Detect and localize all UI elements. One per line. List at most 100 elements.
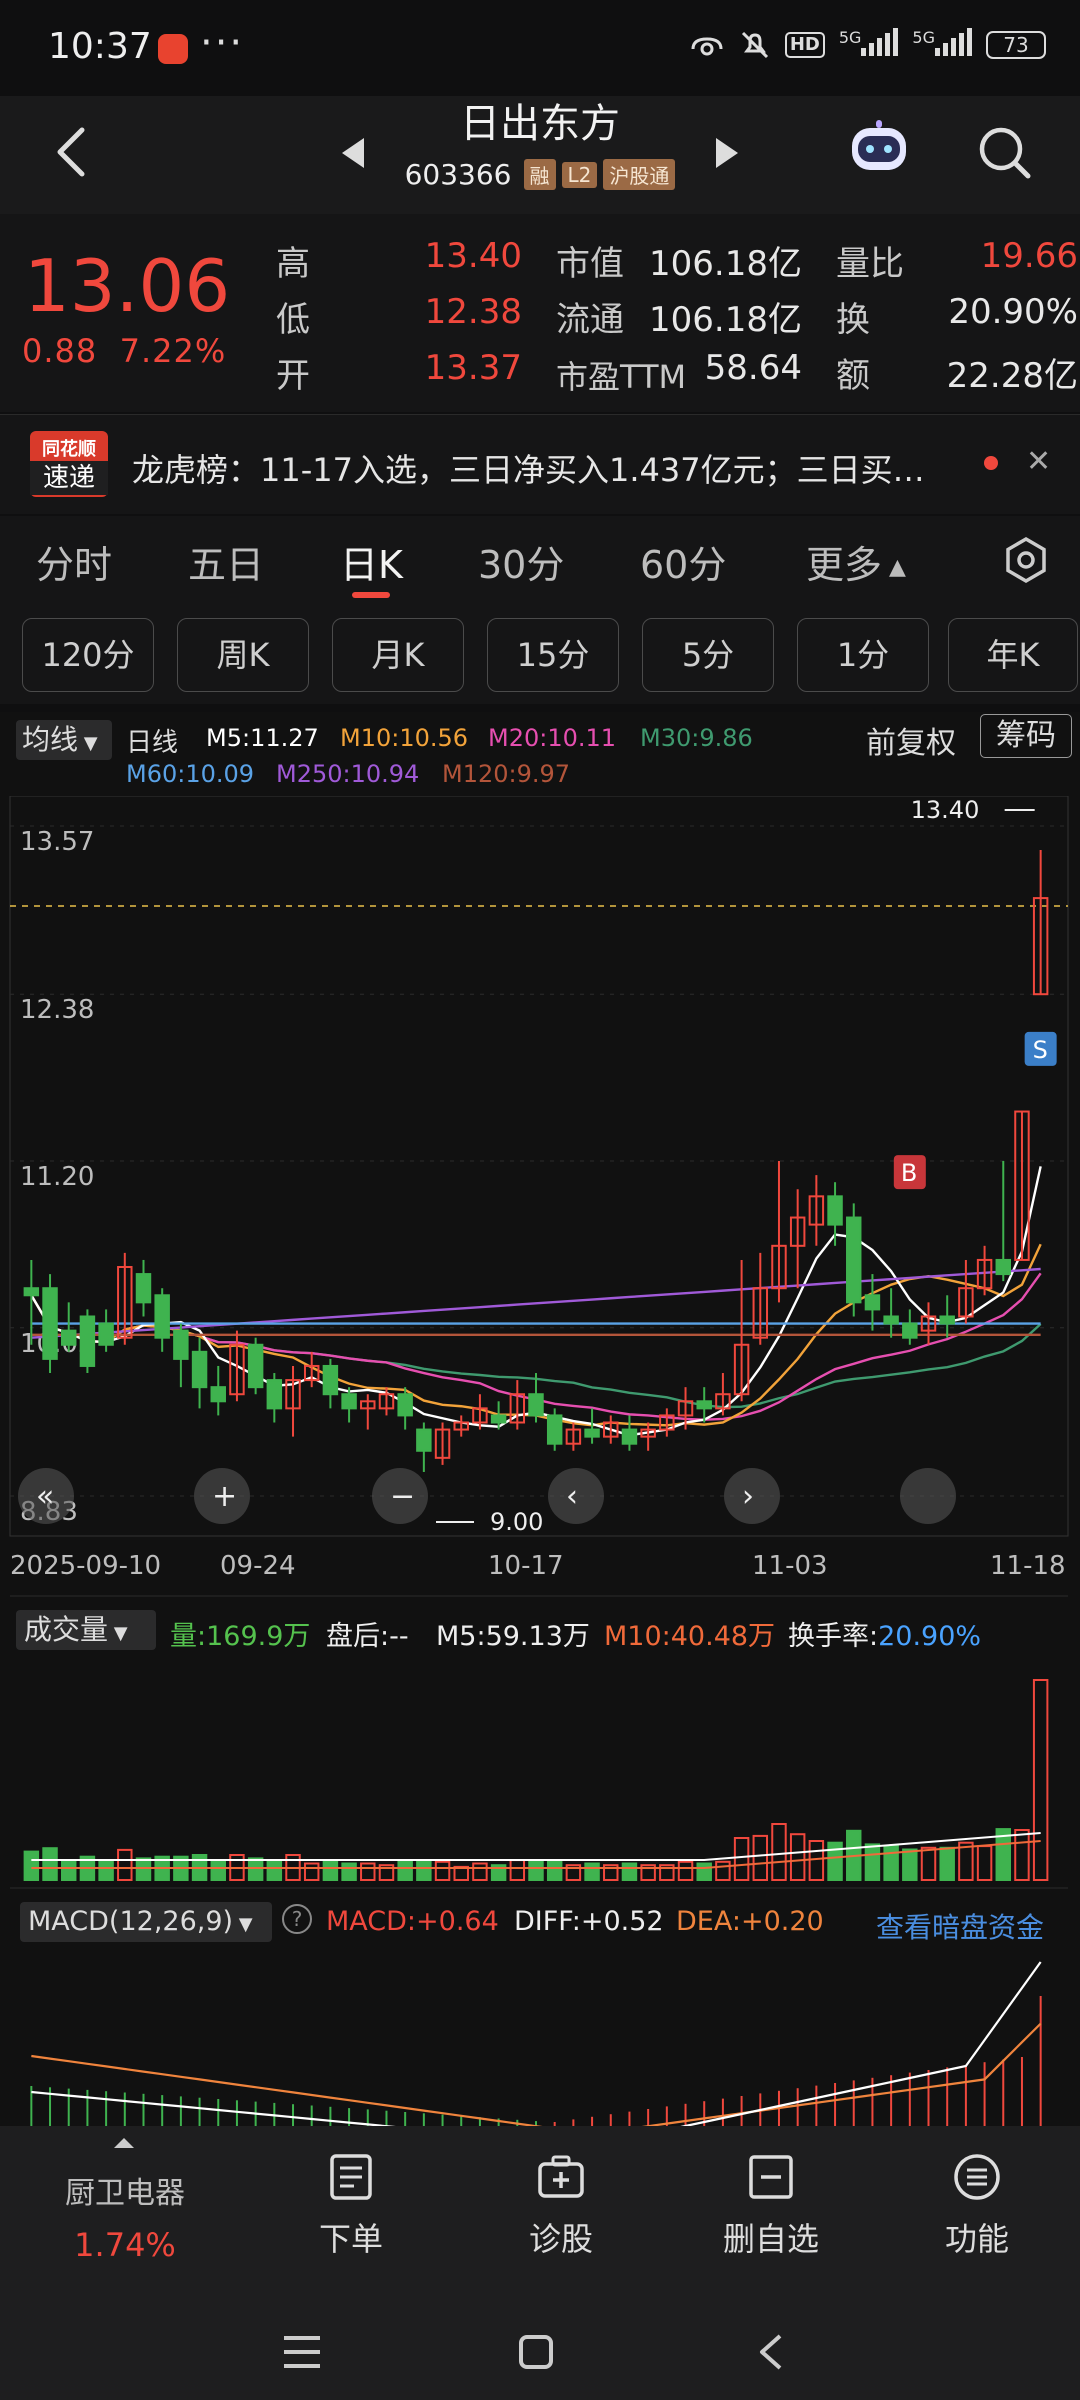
medical-kit-icon — [538, 2155, 584, 2198]
expand-up-icon[interactable] — [112, 2136, 136, 2150]
hk-connect-tag: 沪股通 — [603, 159, 676, 190]
quote-panel: 13.06 0.88 7.22% 高 13.40 低 12.38 开 13.37… — [0, 214, 1080, 412]
x-tick-label: 11-03 — [752, 1551, 828, 1581]
macd-selector[interactable]: MACD(12,26,9) ▼ — [20, 1902, 272, 1942]
chip-distribution-button[interactable]: 筹码 — [980, 714, 1072, 758]
candle-body — [60, 1329, 77, 1346]
subtab-yearly[interactable]: 年K — [948, 618, 1078, 692]
tab-more[interactable]: 更多 ▲ — [806, 534, 906, 589]
recent-apps-icon[interactable] — [282, 2334, 322, 2370]
candle-body — [23, 1287, 40, 1297]
stat-label-high: 高 — [276, 244, 310, 284]
tonghuashun-express-logo: 同花顺 速递 — [30, 431, 108, 497]
functions-button[interactable]: 功能 — [912, 2152, 1042, 2260]
diagnose-stock-button[interactable]: 诊股 — [496, 2152, 626, 2260]
change-amount: 0.88 — [22, 332, 98, 370]
subtab-15min[interactable]: 15分 — [487, 618, 619, 692]
remove-watchlist-button[interactable]: 删自选 — [706, 2152, 836, 2260]
stat-value-low: 12.38 — [424, 292, 522, 332]
menu-circle-icon — [954, 2154, 1000, 2200]
stock-header: 日出东方 603366 融 L2 沪股通 — [0, 96, 1080, 214]
candle-body — [79, 1315, 96, 1367]
stat-label-volume-ratio: 量比 — [836, 244, 904, 284]
caret-up-icon: ▲ — [882, 555, 906, 580]
volume-bar — [266, 1859, 283, 1881]
macd-value: MACD:+0.64 — [326, 1906, 499, 1937]
next-stock-button[interactable] — [714, 136, 740, 170]
ai-assistant-icon[interactable] — [846, 118, 912, 178]
previous-stock-button[interactable] — [340, 136, 366, 170]
chart-settings-icon[interactable] — [1002, 536, 1050, 584]
tab-intraday[interactable]: 分时 — [36, 534, 112, 589]
candle-body — [98, 1322, 114, 1346]
tab-60min[interactable]: 60分 — [640, 534, 726, 589]
stat-value-market-cap: 106.18亿 — [649, 244, 802, 284]
volume-label: 量:169.9万 — [170, 1621, 311, 1652]
candle-body — [528, 1393, 544, 1417]
diff-value: DIFF:+0.52 — [514, 1906, 664, 1937]
candle-body — [696, 1400, 712, 1410]
volume-bar — [360, 1862, 376, 1881]
price-tick-label: 11.20 — [20, 1162, 94, 1192]
tab-more-label: 更多 — [806, 543, 883, 587]
ma5-label: M5:11.27 — [206, 724, 319, 752]
dea-line — [31, 2022, 1042, 2126]
dark-pool-funds-link[interactable]: 查看暗盘资金 — [876, 1906, 1044, 1946]
place-order-label: 下单 — [318, 2220, 383, 2258]
stat-label-market-cap: 市值 — [556, 244, 624, 284]
margin-tag: 融 — [523, 159, 556, 190]
ma120-label: M120:9.97 — [442, 760, 571, 788]
kline-chart-area[interactable]: 13.5712.3811.2010.028.83 SB 13.409.00«+−… — [0, 796, 1080, 2126]
volume-bar — [771, 1823, 787, 1881]
back-nav-icon[interactable] — [756, 2332, 784, 2372]
ma-legend: 均线 ▼ 日线 M5:11.27 M10:10.56 M20:10.11 M30… — [0, 712, 1080, 796]
x-tick-label: 10-17 — [488, 1551, 564, 1581]
volume-indicator-selector[interactable]: 成交量 ▼ — [16, 1610, 156, 1650]
status-time: 10:37 — [48, 26, 152, 67]
subtab-120min[interactable]: 120分 — [22, 618, 154, 692]
candle-body — [42, 1287, 58, 1360]
high-price-label: 13.40 — [911, 796, 980, 824]
tab-five-day[interactable]: 五日 — [188, 534, 264, 589]
subtab-weekly[interactable]: 周K — [177, 618, 309, 692]
subtab-5min[interactable]: 5分 — [642, 618, 774, 692]
indicator-selector[interactable]: 均线 ▼ — [16, 720, 112, 760]
place-order-button[interactable]: 下单 — [286, 2152, 416, 2260]
remove-watchlist-label: 删自选 — [722, 2220, 819, 2258]
stat-value-pe: 58.64 — [704, 348, 802, 388]
search-icon[interactable] — [976, 124, 1032, 180]
stat-value-volume-ratio: 19.66 — [980, 236, 1078, 276]
volume-bar — [939, 1846, 955, 1882]
volume-bar — [584, 1862, 600, 1881]
volume-bar — [322, 1859, 339, 1881]
candle-body — [191, 1350, 208, 1389]
ma30-label: M30:9.86 — [640, 724, 753, 752]
candle-body — [883, 1315, 899, 1325]
stat-label-turnover: 换 — [836, 300, 870, 340]
link-icon — [691, 37, 723, 56]
subtab-monthly[interactable]: 月K — [332, 618, 464, 692]
stat-label-float-cap: 流通 — [556, 300, 624, 340]
close-icon[interactable]: ✕ — [1026, 444, 1051, 479]
tab-30min[interactable]: 30分 — [478, 534, 564, 589]
candle-body — [864, 1294, 881, 1311]
volume-bar — [135, 1857, 152, 1882]
stat-value-float-cap: 106.18亿 — [649, 300, 802, 340]
sector-name[interactable]: 厨卫电器 — [40, 2168, 210, 2212]
tab-daily-k[interactable]: 日K — [340, 534, 403, 589]
volume-bar — [752, 1834, 769, 1882]
dragon-tiger-notice[interactable]: 同花顺 速递 龙虎榜：11-17入选，三日净买入1.437亿元；三日买… — [0, 414, 1080, 514]
battery-icon: 73 — [986, 31, 1046, 59]
volume-bar — [715, 1860, 731, 1882]
subtab-1min[interactable]: 1分 — [797, 618, 929, 692]
help-icon[interactable]: ? — [282, 1904, 312, 1934]
chart-nav-glyph: − — [390, 1479, 415, 1514]
volume-bar — [789, 1833, 806, 1881]
notice-text: 龙虎榜：11-17入选，三日净买入1.437亿元；三日买… — [132, 451, 925, 489]
stat-value-amount: 22.28亿 — [946, 356, 1078, 396]
ma20-label: M20:10.11 — [488, 724, 617, 752]
adjust-mode-button[interactable]: 前复权 — [866, 718, 956, 762]
ma10-label: M10:10.56 — [340, 724, 469, 752]
home-icon[interactable] — [518, 2334, 554, 2370]
macd-title: MACD(12,26,9) — [28, 1906, 234, 1937]
